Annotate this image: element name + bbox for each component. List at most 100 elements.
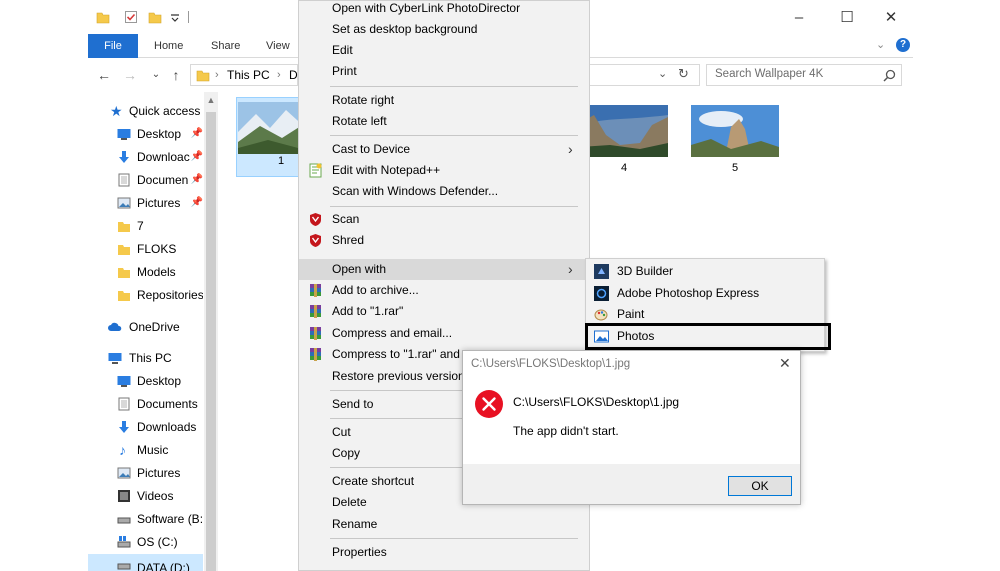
dialog-close-icon[interactable]: ✕ bbox=[779, 355, 791, 372]
scroll-up-icon[interactable]: ▲ bbox=[204, 92, 218, 108]
minimize-icon[interactable]: – bbox=[784, 7, 814, 29]
menu-item-open-with[interactable]: Open with › bbox=[299, 259, 589, 280]
menu-item-cast-to-device[interactable]: Cast to Device › bbox=[299, 139, 589, 160]
search-input[interactable]: Search Wallpaper 4K bbox=[706, 64, 902, 86]
sidebar-item-downloads[interactable]: Downloac 📌 bbox=[88, 146, 203, 168]
pin-icon: 📌 bbox=[190, 197, 203, 208]
breadcrumb-this-pc[interactable]: This PC bbox=[227, 68, 270, 82]
submenu-item-paint[interactable]: Paint bbox=[586, 304, 824, 325]
sidebar-label: 7 bbox=[137, 219, 144, 233]
photoshop-express-icon bbox=[594, 286, 609, 301]
help-icon[interactable]: ? bbox=[896, 38, 910, 52]
address-bar[interactable]: › This PC › D bbox=[190, 64, 298, 86]
sidebar-item-pictures[interactable]: Pictures 📌 bbox=[88, 192, 203, 214]
menu-item-edit[interactable]: Edit bbox=[299, 40, 589, 61]
sidebar-item-onedrive[interactable]: OneDrive bbox=[88, 316, 203, 338]
recent-locations-icon[interactable]: ⌄ bbox=[148, 66, 164, 84]
refresh-icon[interactable]: ↻ bbox=[678, 66, 689, 82]
sidebar-item-folder-7[interactable]: 7 bbox=[88, 215, 203, 237]
sidebar-item-pc-desktop[interactable]: Desktop bbox=[88, 370, 203, 392]
sidebar-item-pc-videos[interactable]: Videos bbox=[88, 485, 203, 507]
file-label: 4 bbox=[620, 162, 628, 174]
winrar-icon bbox=[310, 284, 321, 297]
sidebar-item-models[interactable]: Models bbox=[88, 261, 203, 283]
customize-qat-icon[interactable] bbox=[168, 10, 182, 24]
error-dialog: C:\Users\FLOKS\Desktop\1.jpg ✕ C:\Users\… bbox=[462, 350, 801, 505]
sidebar-item-pc-downloads[interactable]: Downloads bbox=[88, 416, 203, 438]
menu-item-add-to-rar[interactable]: Add to "1.rar" bbox=[299, 301, 589, 322]
expand-ribbon-icon[interactable]: ⌄ bbox=[876, 38, 885, 51]
menu-item-rotate-right[interactable]: Rotate right bbox=[299, 90, 589, 111]
sidebar-item-os-drive[interactable]: OS (C:) bbox=[88, 531, 203, 553]
back-arrow-icon[interactable]: ← bbox=[96, 66, 112, 84]
winrar-icon bbox=[310, 305, 321, 318]
folder-icon bbox=[118, 268, 130, 278]
address-dropdown-icon[interactable]: ⌄ bbox=[658, 67, 667, 80]
menu-item-shred[interactable]: Shred bbox=[299, 230, 589, 251]
menu-item-compress-email[interactable]: Compress and email... bbox=[299, 323, 589, 344]
folder-icon bbox=[118, 245, 130, 255]
drive-icon bbox=[117, 563, 131, 570]
photos-highlight-outline bbox=[585, 323, 831, 350]
sidebar-item-repositories[interactable]: Repositories bbox=[88, 284, 203, 306]
dialog-message: The app didn't start. bbox=[513, 424, 619, 438]
sidebar-label: OS (C:) bbox=[137, 535, 178, 549]
tab-view[interactable]: View bbox=[256, 34, 300, 58]
menu-item-scan-defender[interactable]: Scan with Windows Defender... bbox=[299, 181, 589, 202]
ok-button[interactable]: OK bbox=[728, 476, 792, 496]
computer-icon bbox=[108, 353, 122, 364]
forward-arrow-icon[interactable]: → bbox=[122, 66, 138, 84]
sidebar-label: Documents bbox=[137, 397, 198, 411]
tab-home[interactable]: Home bbox=[144, 34, 193, 58]
maximize-icon[interactable]: ☐ bbox=[832, 7, 862, 29]
sidebar-item-pc-music[interactable]: ♪ Music bbox=[88, 439, 203, 461]
menu-item-edit-notepad-plus-plus[interactable]: Edit with Notepad++ bbox=[299, 160, 589, 181]
mcafee-shield-icon bbox=[310, 234, 321, 247]
sidebar-label: Downloac bbox=[137, 150, 190, 164]
tab-share[interactable]: Share bbox=[201, 34, 250, 58]
sidebar-item-quick-access[interactable]: ★ Quick access bbox=[88, 100, 203, 122]
sidebar-item-desktop[interactable]: Desktop 📌 bbox=[88, 123, 203, 145]
download-icon bbox=[119, 151, 129, 163]
sidebar-item-pc-documents[interactable]: Documents bbox=[88, 393, 203, 415]
sidebar-item-software-drive[interactable]: Software (B:) bbox=[88, 508, 203, 530]
3d-builder-icon bbox=[594, 264, 609, 279]
sidebar-item-pc-pictures[interactable]: Pictures bbox=[88, 462, 203, 484]
sidebar-label: Pictures bbox=[137, 196, 181, 210]
address-bar-end[interactable]: ⌄ ↻ bbox=[590, 64, 700, 86]
submenu-item-photoshop-express[interactable]: Adobe Photoshop Express bbox=[586, 283, 824, 304]
up-arrow-icon[interactable]: ↑ bbox=[168, 66, 184, 84]
mcafee-shield-icon bbox=[310, 213, 321, 226]
menu-item-properties[interactable]: Properties bbox=[299, 542, 589, 563]
sidebar-label: Videos bbox=[137, 489, 174, 503]
close-icon[interactable]: ✕ bbox=[876, 7, 906, 29]
menu-item-open-with-photodirector[interactable]: Open with CyberLink PhotoDirector bbox=[299, 0, 589, 19]
menu-separator bbox=[330, 206, 578, 207]
toolbar-divider bbox=[188, 11, 189, 23]
folder-icon[interactable] bbox=[96, 10, 110, 24]
sidebar-item-documents[interactable]: Documen 📌 bbox=[88, 169, 203, 191]
sidebar-item-floks[interactable]: FLOKS bbox=[88, 238, 203, 260]
tab-file[interactable]: File bbox=[88, 34, 138, 58]
pin-icon: 📌 bbox=[190, 151, 203, 162]
menu-item-add-to-archive[interactable]: Add to archive... bbox=[299, 280, 589, 301]
sidebar-item-this-pc[interactable]: This PC bbox=[88, 347, 203, 369]
menu-item-rotate-left[interactable]: Rotate left bbox=[299, 111, 589, 132]
navigation-scrollbar[interactable]: ▲ bbox=[204, 92, 218, 571]
file-item-4[interactable]: 4 bbox=[580, 105, 668, 175]
menu-separator bbox=[330, 135, 578, 136]
error-icon bbox=[475, 390, 503, 418]
submenu-item-3d-builder[interactable]: 3D Builder bbox=[586, 261, 824, 282]
new-folder-icon[interactable] bbox=[148, 10, 162, 24]
scrollbar-thumb[interactable] bbox=[206, 112, 216, 571]
sidebar-item-data-drive[interactable]: DATA (D:) bbox=[88, 554, 203, 571]
breadcrumb-current[interactable]: D bbox=[289, 68, 298, 82]
pin-icon: 📌 bbox=[190, 174, 203, 185]
menu-item-rename[interactable]: Rename bbox=[299, 514, 589, 535]
menu-item-scan[interactable]: Scan bbox=[299, 209, 589, 230]
file-item-5[interactable]: 5 bbox=[691, 105, 779, 175]
sidebar-label: Quick access bbox=[129, 104, 201, 118]
menu-item-set-desktop-background[interactable]: Set as desktop background bbox=[299, 19, 589, 40]
menu-item-print[interactable]: Print bbox=[299, 61, 589, 82]
properties-icon[interactable] bbox=[124, 10, 138, 24]
